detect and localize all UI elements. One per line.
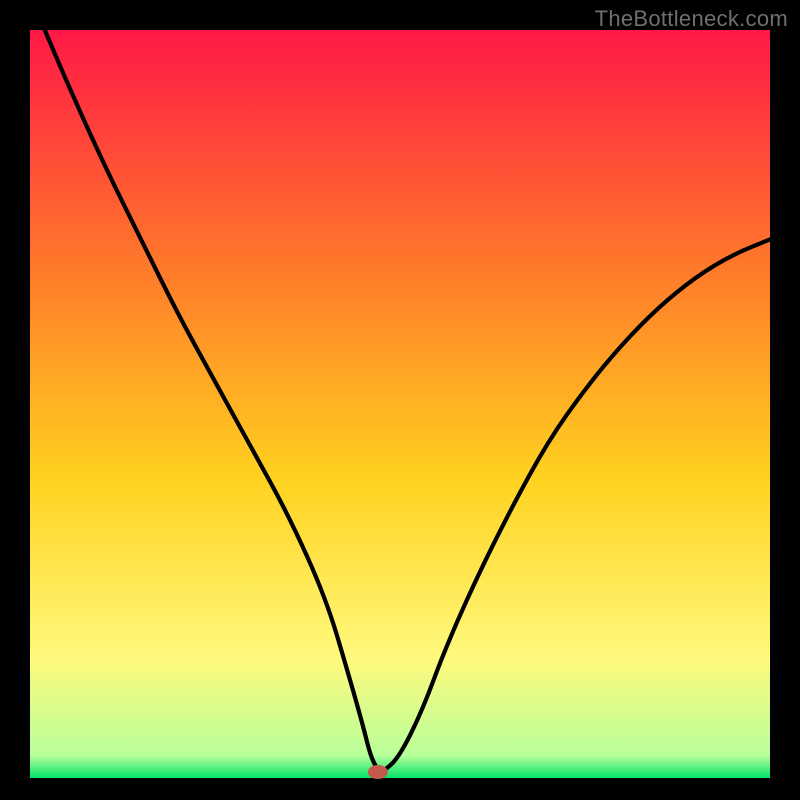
marker-dot bbox=[368, 765, 388, 779]
plot-background bbox=[30, 30, 770, 778]
chart-frame: TheBottleneck.com bbox=[0, 0, 800, 800]
watermark-label: TheBottleneck.com bbox=[595, 6, 788, 32]
bottleneck-chart bbox=[0, 0, 800, 800]
